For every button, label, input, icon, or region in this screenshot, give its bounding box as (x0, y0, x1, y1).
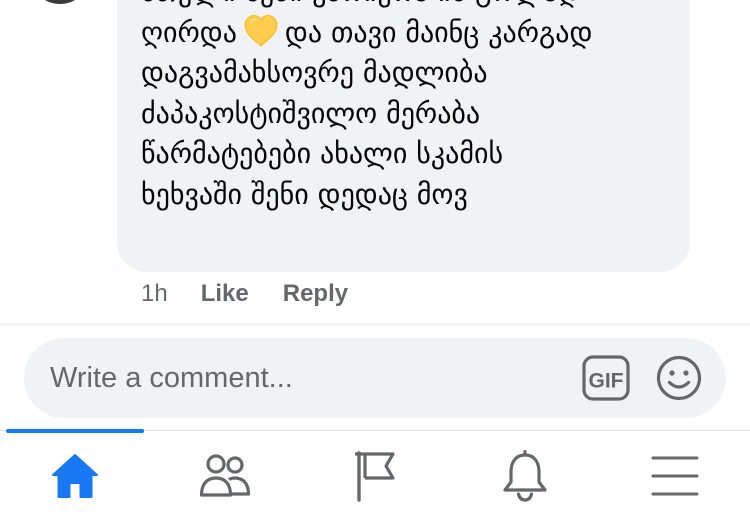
flag-icon (355, 450, 395, 502)
tab-friends[interactable] (150, 433, 300, 518)
home-icon (52, 453, 98, 498)
comment-bubble[interactable]: მთელი შენი კარიერა იმ გოლად ღირდადა თავი… (117, 0, 690, 272)
emoji-button[interactable] (656, 355, 702, 401)
commenter-avatar[interactable] (28, 0, 92, 6)
reply-button[interactable]: Reply (283, 280, 348, 308)
like-button[interactable]: Like (201, 280, 249, 308)
tab-home[interactable] (0, 433, 150, 518)
comment-composer: GIF (24, 338, 726, 418)
comment-timestamp: 1h (141, 280, 168, 307)
tab-notifications[interactable] (450, 433, 600, 518)
section-divider (0, 323, 750, 326)
bell-icon (503, 449, 547, 502)
yellow-heart-icon (243, 14, 279, 48)
comment-actions: 1h Like Reply (141, 278, 382, 310)
menu-icon (651, 456, 699, 495)
friends-icon (199, 453, 251, 497)
smiley-icon (656, 355, 702, 401)
gif-icon: GIF (582, 355, 630, 401)
gif-button[interactable]: GIF (582, 355, 630, 401)
gif-label: GIF (589, 370, 624, 393)
bottom-navigation (0, 433, 750, 518)
comment-input[interactable] (50, 356, 570, 400)
tab-menu[interactable] (600, 433, 750, 518)
comment-screen: მთელი შენი კარიერა იმ გოლად ღირდადა თავი… (0, 0, 750, 518)
tab-pages[interactable] (300, 433, 450, 518)
comment-text: მთელი შენი კარიერა იმ გოლად ღირდადა თავი… (141, 0, 666, 215)
